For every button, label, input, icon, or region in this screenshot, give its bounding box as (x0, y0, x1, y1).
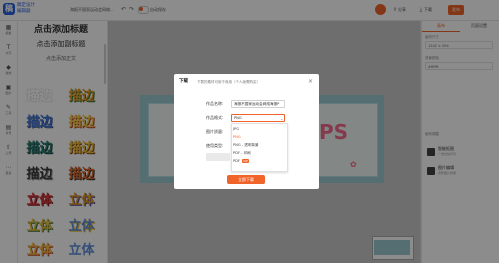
format-option-png-transparent[interactable]: PNG - 透明背景 (233, 141, 283, 149)
file-format-select[interactable]: PNG (231, 114, 285, 122)
file-name-label: 作品名称: (206, 101, 224, 106)
dialog-tip: 下载的素材可用于商用（个人版需购买） (197, 80, 260, 84)
chevron-down-icon[interactable]: ⌄ (280, 115, 283, 123)
image-quality-label: 图片质量: (206, 129, 224, 134)
file-name-input[interactable]: 海报不国家运动会网络海报P (231, 100, 285, 108)
usage-type-label: 使用类型: (206, 143, 224, 148)
usage-type-option[interactable] (206, 153, 230, 161)
close-icon[interactable]: × (308, 78, 313, 85)
format-option-png[interactable]: PNG (233, 133, 283, 141)
format-option-pdf[interactable]: PDF VIP (233, 157, 283, 165)
dialog-title: 下载 (179, 79, 188, 84)
vip-badge: VIP (242, 159, 249, 163)
file-format-label: 作品格式: (206, 115, 224, 120)
download-button[interactable]: 立即下载 (227, 175, 265, 184)
format-option-jpg[interactable]: JPG (233, 125, 283, 133)
format-option-pdf-print[interactable]: PDF - 印刷 (233, 149, 283, 157)
